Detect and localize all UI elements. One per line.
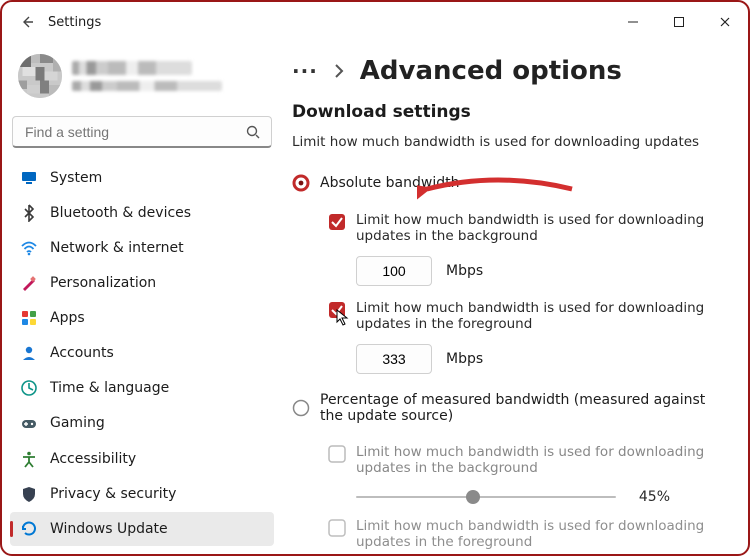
sidebar-item-label: Accounts [50,345,114,361]
sidebar-item-label: Windows Update [50,521,168,537]
chevron-right-icon [332,62,346,80]
breadcrumb-ellipsis[interactable]: ··· [292,59,318,83]
section-description: Limit how much bandwidth is used for dow… [292,134,720,150]
sidebar-item-accounts[interactable]: Accounts [10,336,274,370]
maximize-icon [673,16,685,28]
annotation-arrow [417,167,577,207]
profile-text [72,61,222,91]
sidebar-item-time-language[interactable]: Time & language [10,371,274,405]
absolute-options: Limit how much bandwidth is used for dow… [292,206,720,378]
nav-list: System Bluetooth & devices Network & inter… [10,160,274,546]
sidebar-item-label: Gaming [50,415,105,431]
checkbox-unchecked-icon [328,445,346,463]
clock-globe-icon [20,379,38,397]
search-box[interactable] [12,116,272,148]
arrow-left-icon [19,14,35,30]
page-title: Advanced options [360,56,622,86]
pct-bg-slider [356,488,616,506]
check-fg-limit[interactable]: Limit how much bandwidth is used for dow… [328,300,720,332]
sidebar-item-apps[interactable]: Apps [10,301,274,335]
search-icon [245,124,261,140]
search-input[interactable] [23,123,237,141]
unit-mbps: Mbps [446,263,483,279]
content-pane: ··· Advanced options Download settings L… [282,42,748,554]
check-bg-label: Limit how much bandwidth is used for dow… [356,212,720,244]
minimize-icon [627,16,639,28]
sidebar-item-label: Time & language [50,380,169,396]
pct-bg-label: Limit how much bandwidth is used for dow… [356,444,720,476]
bluetooth-icon [20,204,38,222]
minimize-button[interactable] [610,2,656,42]
sidebar-item-accessibility[interactable]: Accessibility [10,442,274,476]
sidebar-item-windows-update[interactable]: Windows Update [10,512,274,546]
radio-unselected-icon [292,399,310,417]
percentage-options: Limit how much bandwidth is used for dow… [292,438,720,554]
wifi-icon [20,239,38,257]
pct-check-bg: Limit how much bandwidth is used for dow… [328,444,720,476]
sync-icon [20,520,38,538]
pct-bg-value: 45% [630,489,670,505]
cursor-icon [334,309,352,327]
fg-value-row: Mbps [356,344,720,374]
checkbox-unchecked-icon [328,519,346,537]
radio-percentage-label: Percentage of measured bandwidth (measur… [320,392,720,424]
checkbox-checked-icon [328,301,346,319]
settings-window: Settings [0,0,750,556]
sidebar-item-label: Personalization [50,275,156,291]
sidebar-item-system[interactable]: System [10,160,274,194]
titlebar: Settings [2,2,748,42]
gamepad-icon [20,414,38,432]
profile-name-redacted [72,61,192,75]
section-heading: Download settings [292,102,720,122]
radio-percentage-bandwidth[interactable]: Percentage of measured bandwidth (measur… [292,392,720,424]
sidebar-item-label: Accessibility [50,451,136,467]
sidebar-item-bluetooth-devices[interactable]: Bluetooth & devices [10,196,274,230]
bg-value-row: Mbps [356,256,720,286]
accessibility-icon [20,450,38,468]
avatar [18,54,62,98]
apps-icon [20,309,38,327]
breadcrumb: ··· Advanced options [292,56,720,86]
account-profile[interactable] [10,48,274,108]
sidebar-item-label: System [50,170,102,186]
sidebar-item-gaming[interactable]: Gaming [10,406,274,440]
close-icon [719,16,731,28]
window-title: Settings [48,15,101,30]
pct-bg-slider-row: 45% [356,488,720,506]
person-icon [20,344,38,362]
unit-mbps: Mbps [446,351,483,367]
sidebar-item-network-internet[interactable]: Network & internet [10,231,274,265]
display-icon [20,169,38,187]
pct-fg-label: Limit how much bandwidth is used for dow… [356,518,720,550]
checkbox-checked-icon [328,213,346,231]
check-fg-label: Limit how much bandwidth is used for dow… [356,300,720,332]
sidebar-item-label: Bluetooth & devices [50,205,191,221]
pct-check-fg: Limit how much bandwidth is used for dow… [328,518,720,550]
back-button[interactable] [12,7,42,37]
sidebar-item-label: Privacy & security [50,486,176,502]
profile-email-redacted [72,81,222,91]
shield-icon [20,485,38,503]
close-button[interactable] [702,2,748,42]
sidebar-item-personalization[interactable]: Personalization [10,266,274,300]
sidebar-item-label: Network & internet [50,240,184,256]
brush-icon [20,274,38,292]
maximize-button[interactable] [656,2,702,42]
sidebar-item-label: Apps [50,310,85,326]
window-controls [610,2,748,42]
bg-mbps-input[interactable] [356,256,432,286]
check-bg-limit[interactable]: Limit how much bandwidth is used for dow… [328,212,720,244]
fg-mbps-input[interactable] [356,344,432,374]
sidebar: System Bluetooth & devices Network & inter… [2,42,282,554]
sidebar-item-privacy-security[interactable]: Privacy & security [10,477,274,511]
radio-selected-icon [292,174,310,192]
